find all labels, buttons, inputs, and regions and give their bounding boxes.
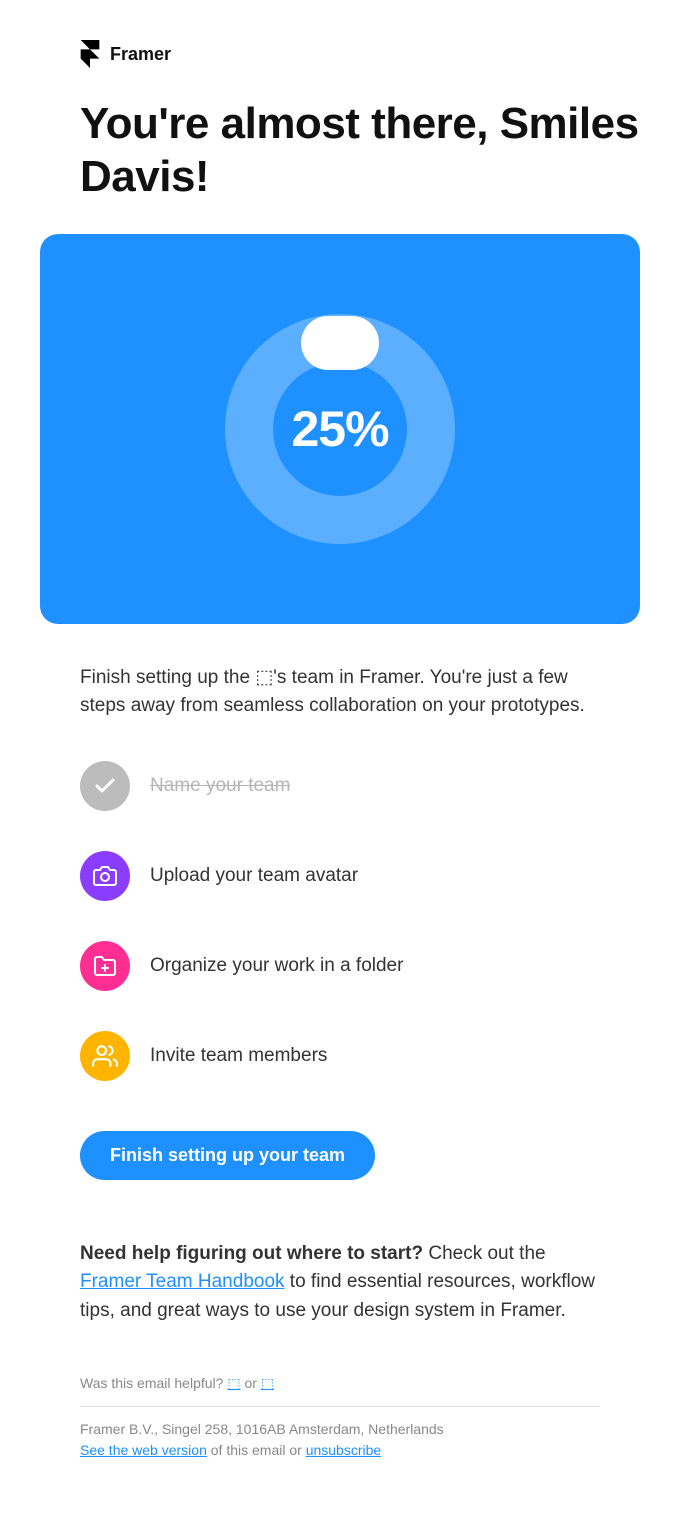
camera-icon — [80, 851, 130, 901]
intro-text: Finish setting up the ⬚'s team in Framer… — [80, 664, 600, 721]
help-text: Need help figuring out where to start? C… — [80, 1240, 600, 1326]
footer-address: Framer B.V., Singel 258, 1016AB Amsterda… — [80, 1419, 600, 1440]
feedback-sep: or — [241, 1375, 261, 1391]
step-invite-members: Invite team members — [80, 1031, 600, 1081]
footer-links: See the web version of this email or uns… — [80, 1440, 600, 1461]
progress-donut: 25% — [200, 289, 480, 569]
brand-name: Framer — [110, 44, 171, 65]
step-label: Organize your work in a folder — [150, 955, 403, 977]
progress-percent: 25% — [291, 400, 388, 458]
web-version-link[interactable]: See the web version — [80, 1442, 207, 1458]
feedback-text: Was this email helpful? — [80, 1375, 227, 1391]
users-icon — [80, 1031, 130, 1081]
feedback-no-link[interactable]: ⬚ — [261, 1375, 274, 1391]
footer-mid: of this email or — [207, 1442, 306, 1458]
step-name-team: Name your team — [80, 761, 600, 811]
cta-wrap: Finish setting up your team — [80, 1131, 600, 1180]
email-header: Framer — [80, 40, 640, 68]
step-upload-avatar: Upload your team avatar — [80, 851, 600, 901]
page-title: You're almost there, Smiles Davis! — [80, 98, 640, 204]
handbook-link[interactable]: Framer Team Handbook — [80, 1271, 285, 1292]
footer: Framer B.V., Singel 258, 1016AB Amsterda… — [80, 1419, 600, 1461]
unsubscribe-link[interactable]: unsubscribe — [306, 1442, 382, 1458]
framer-logo-icon — [80, 40, 100, 68]
donut-fill-icon — [301, 316, 379, 370]
step-label: Name your team — [150, 775, 290, 797]
feedback-yes-link[interactable]: ⬚ — [227, 1375, 240, 1391]
footer-divider — [80, 1406, 600, 1407]
steps-list: Name your team Upload your team avatar O… — [80, 761, 600, 1081]
progress-card: 25% — [40, 234, 640, 624]
step-label: Upload your team avatar — [150, 865, 358, 887]
folder-plus-icon — [80, 941, 130, 991]
feedback-row: Was this email helpful? ⬚ or ⬚ — [80, 1375, 600, 1392]
checkmark-icon — [80, 761, 130, 811]
help-strong: Need help figuring out where to start? — [80, 1243, 423, 1264]
step-organize-folder: Organize your work in a folder — [80, 941, 600, 991]
help-pre: Check out the — [423, 1243, 546, 1264]
finish-setup-button[interactable]: Finish setting up your team — [80, 1131, 375, 1180]
step-label: Invite team members — [150, 1045, 327, 1067]
